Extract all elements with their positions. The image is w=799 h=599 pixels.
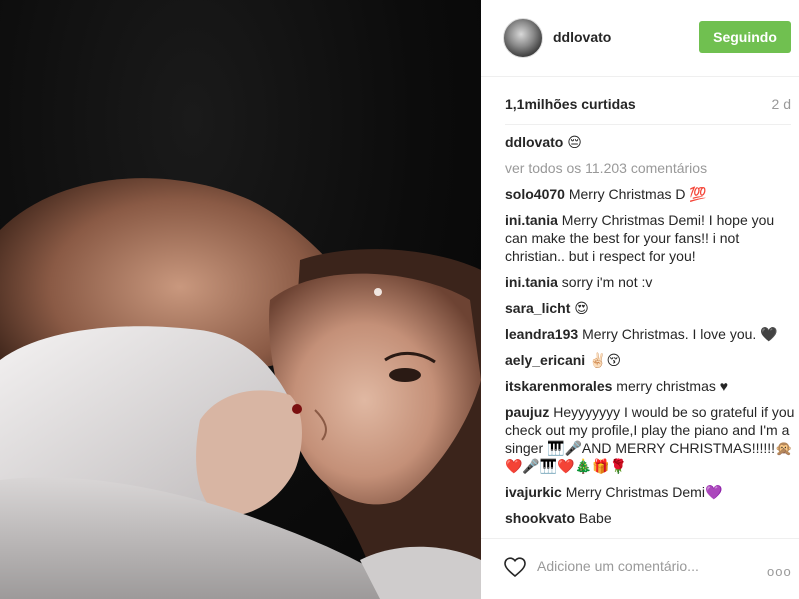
more-options-icon[interactable]: ooo bbox=[767, 564, 792, 579]
likes-row: 1,1milhões curtidas 2 d bbox=[505, 96, 791, 116]
comment-item: ini.tania Merry Christmas Demi! I hope y… bbox=[505, 211, 795, 265]
comment-text: ✌🏻😚 bbox=[589, 352, 622, 368]
divider bbox=[505, 124, 791, 125]
post-image-illustration bbox=[0, 178, 481, 599]
heart-outline-icon[interactable] bbox=[503, 556, 527, 578]
caption-text: 😔 bbox=[567, 134, 582, 150]
comment-text: Merry Christmas Demi💜 bbox=[565, 484, 723, 500]
comment-username[interactable]: ivajurkic bbox=[505, 484, 562, 500]
post-owner-username[interactable]: ddlovato bbox=[553, 29, 611, 45]
comments-list: ddlovato 😔 ver todos os 11.203 comentári… bbox=[505, 133, 795, 531]
comment-text: 😍 bbox=[574, 300, 589, 316]
comment-username[interactable]: sara_licht bbox=[505, 300, 570, 316]
comment-item: solo4070 Merry Christmas D 💯 bbox=[505, 185, 795, 203]
view-all-comments-link[interactable]: ver todos os 11.203 comentários bbox=[505, 159, 795, 177]
post-header: ddlovato Seguindo bbox=[481, 0, 799, 77]
comment-item: itskarenmorales merry christmas ♥ bbox=[505, 377, 795, 395]
comment-username[interactable]: leandra193 bbox=[505, 326, 578, 342]
likes-count[interactable]: 1,1milhões curtidas bbox=[505, 96, 636, 112]
caption-username[interactable]: ddlovato bbox=[505, 134, 563, 150]
comment-text: Merry Christmas D 💯 bbox=[568, 186, 707, 202]
post-timestamp[interactable]: 2 d bbox=[772, 96, 791, 112]
add-comment-input[interactable] bbox=[537, 553, 737, 579]
comment-item: sara_licht 😍 bbox=[505, 299, 795, 317]
avatar[interactable] bbox=[503, 18, 543, 58]
comment-username[interactable]: solo4070 bbox=[505, 186, 565, 202]
comment-text: Heyyyyyyy I would be so grateful if you … bbox=[505, 404, 795, 474]
post-sidebar: ddlovato Seguindo 1,1milhões curtidas 2 … bbox=[481, 0, 799, 599]
post-photo[interactable] bbox=[0, 0, 481, 599]
comment-text: Babe bbox=[578, 510, 612, 526]
comment-username[interactable]: aely_ericani bbox=[505, 352, 585, 368]
comment-username[interactable]: ini.tania bbox=[505, 212, 558, 228]
comment-text: merry christmas ♥ bbox=[616, 378, 729, 394]
comment-username[interactable]: shookvato bbox=[505, 510, 575, 526]
comment-item: paujuz Heyyyyyyy I would be so grateful … bbox=[505, 403, 795, 475]
comment-username[interactable]: ini.tania bbox=[505, 274, 558, 290]
comment-username[interactable]: itskarenmorales bbox=[505, 378, 612, 394]
comment-username[interactable]: paujuz bbox=[505, 404, 549, 420]
comment-text: sorry i'm not :v bbox=[561, 274, 653, 290]
comment-item: ivajurkic Merry Christmas Demi💜 bbox=[505, 483, 795, 501]
comment-text: Merry Christmas. I love you. 🖤 bbox=[582, 326, 778, 342]
comment-item: shookvato Babe bbox=[505, 509, 795, 527]
comment-item: aely_ericani ✌🏻😚 bbox=[505, 351, 795, 369]
comment-item: ini.tania sorry i'm not :v bbox=[505, 273, 795, 291]
comment-footer: ooo bbox=[481, 538, 799, 599]
comment-item: leandra193 Merry Christmas. I love you. … bbox=[505, 325, 795, 343]
caption: ddlovato 😔 bbox=[505, 133, 795, 151]
following-button[interactable]: Seguindo bbox=[699, 21, 791, 53]
